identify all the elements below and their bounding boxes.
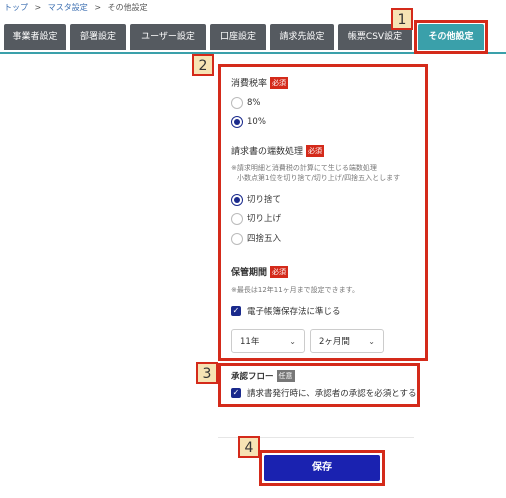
callout-number-4: 4 <box>238 436 260 458</box>
approval-required-label: 請求書発行時に、承認者の承認を必須とする <box>247 389 417 399</box>
callout-number-3: 3 <box>196 362 218 384</box>
radio-icon <box>231 213 243 225</box>
tax-rate-label: 消費税率 <box>231 79 268 89</box>
rounding-note-line2: 小数点第1位を切り捨て/切り上げ/四捨五入とします <box>237 174 401 182</box>
check-icon: ✓ <box>231 306 241 316</box>
rounding-option-label: 四捨五入 <box>247 234 282 244</box>
radio-icon <box>231 97 243 109</box>
retention-years-select[interactable]: 11年 ⌄ <box>231 329 305 353</box>
check-icon: ✓ <box>231 388 241 398</box>
required-badge: 必須 <box>270 266 289 278</box>
retention-law-label: 電子帳簿保存法に準じる <box>247 307 341 317</box>
tab-department[interactable]: 部署設定 <box>70 24 126 50</box>
breadcrumb-separator: > <box>34 3 42 12</box>
callout-box-1 <box>414 20 488 54</box>
breadcrumb-master[interactable]: マスタ設定 <box>48 3 88 12</box>
retention-title: 保管期間 必須 <box>231 265 289 278</box>
tax-option-label: 10% <box>247 117 266 127</box>
retention-years-value: 11年 <box>240 337 260 347</box>
tab-account[interactable]: 口座設定 <box>210 24 266 50</box>
save-button[interactable]: 保存 <box>264 455 380 481</box>
retention-label: 保管期間 <box>231 268 268 278</box>
chevron-down-icon: ⌄ <box>368 337 375 346</box>
rounding-option-label: 切り上げ <box>247 214 282 224</box>
tax-option-label: 8% <box>247 98 261 108</box>
retention-months-value: 2ヶ月間 <box>319 337 350 347</box>
approval-title: 承認フロー 任意 <box>231 370 295 382</box>
callout-number-2: 2 <box>192 54 214 76</box>
radio-selected-icon <box>231 194 243 206</box>
retention-note: ※最長は12年11ヶ月まで設定できます。 <box>231 286 359 294</box>
rounding-title: 請求書の端数処理 必須 <box>231 144 325 157</box>
rounding-label: 請求書の端数処理 <box>231 147 304 157</box>
required-badge: 必須 <box>270 77 289 89</box>
approval-label: 承認フロー <box>231 372 274 382</box>
tax-rate-title: 消費税率 必須 <box>231 76 289 89</box>
rounding-note: ※請求明細と消費税の計算にて生じる端数処理 小数点第1位を切り捨て/切り上げ/四… <box>231 163 400 183</box>
tab-business[interactable]: 事業者設定 <box>4 24 66 50</box>
breadcrumb: トップ > マスタ設定 > その他設定 <box>4 2 152 13</box>
rounding-note-line1: ※請求明細と消費税の計算にて生じる端数処理 <box>231 164 377 172</box>
breadcrumb-home[interactable]: トップ <box>4 3 28 12</box>
radio-icon <box>231 233 243 245</box>
callout-number-1: 1 <box>391 8 413 30</box>
optional-badge: 任意 <box>276 370 295 382</box>
chevron-down-icon: ⌄ <box>289 337 296 346</box>
tab-user[interactable]: ユーザー設定 <box>130 24 206 50</box>
breadcrumb-current: その他設定 <box>107 3 148 12</box>
breadcrumb-separator: > <box>94 3 102 12</box>
radio-selected-icon <box>231 116 243 128</box>
required-badge: 必須 <box>306 145 325 157</box>
retention-months-select[interactable]: 2ヶ月間 ⌄ <box>310 329 384 353</box>
rounding-option-label: 切り捨て <box>247 195 282 205</box>
tab-billing[interactable]: 請求先設定 <box>270 24 334 50</box>
